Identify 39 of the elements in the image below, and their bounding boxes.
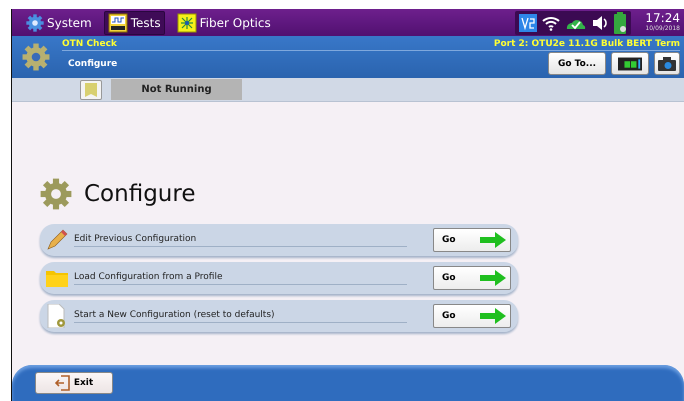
module-icon <box>618 56 642 70</box>
arrow-icon <box>480 270 506 286</box>
document-gear-icon <box>46 304 68 328</box>
run-status: Not Running <box>111 79 242 100</box>
tab[interactable]: System <box>22 10 96 34</box>
clock-time: 17:24 <box>645 12 680 25</box>
go-button[interactable]: Go <box>433 266 511 290</box>
meter-icon <box>108 12 128 32</box>
exit-button[interactable]: Exit <box>35 372 113 394</box>
gear-icon <box>26 14 44 32</box>
tab[interactable]: Fiber Optics <box>172 10 275 34</box>
go-button[interactable]: Go <box>433 228 511 252</box>
battery-icon <box>613 12 628 34</box>
pencil-icon <box>46 229 68 251</box>
gear-icon <box>22 43 50 71</box>
wifi-icon <box>541 14 562 30</box>
exit-icon <box>54 375 71 391</box>
badge-icon <box>519 14 538 32</box>
option-label: Start a New Configuration (reset to defaults) <box>74 310 407 322</box>
flag-icon <box>85 82 97 96</box>
camera-icon <box>658 56 676 70</box>
option-label: Edit Previous Configuration <box>74 234 407 246</box>
module-button[interactable] <box>611 52 649 75</box>
section-title: Configure <box>84 181 196 207</box>
starburst-icon <box>176 12 197 32</box>
port-label: Port 2: OTU2e 11.1G Bulk BERT Term <box>494 39 680 49</box>
page-title: Configure <box>68 58 118 68</box>
camera-button[interactable] <box>654 52 680 75</box>
goto-button[interactable]: Go To... <box>548 52 606 75</box>
arrow-icon <box>480 308 506 324</box>
go-button[interactable]: Go <box>433 304 511 328</box>
speaker-icon <box>591 14 610 30</box>
folder-icon <box>46 269 68 287</box>
option-label: Load Configuration from a Profile <box>74 272 407 284</box>
arrow-icon <box>480 232 506 248</box>
tab[interactable]: Tests <box>104 10 165 34</box>
flag-button[interactable] <box>80 80 102 100</box>
test-name: OTN Check <box>62 39 117 49</box>
gear-icon <box>40 178 72 210</box>
